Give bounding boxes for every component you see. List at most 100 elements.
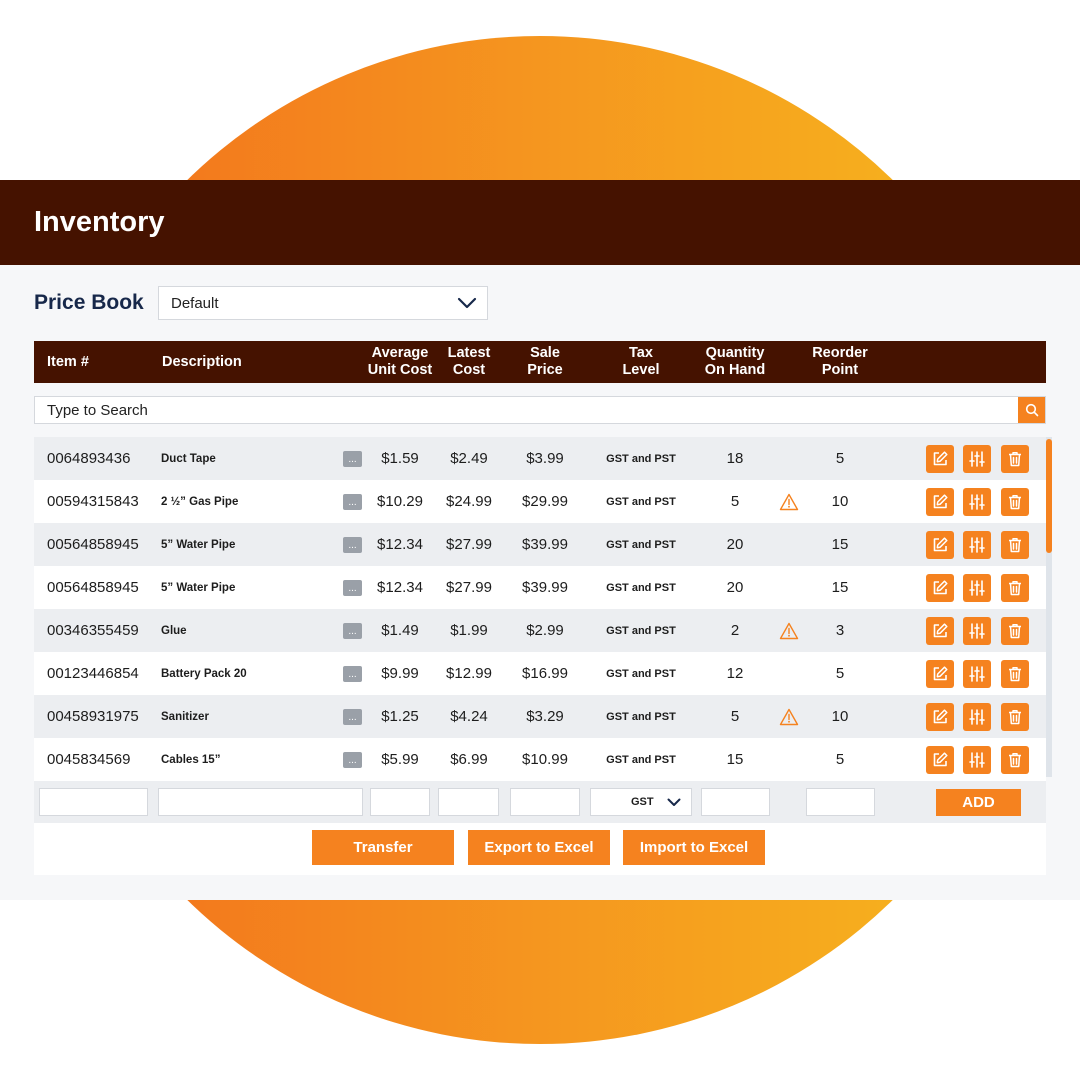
delete-button[interactable] [1001,487,1029,516]
more-options-button[interactable]: ... [343,708,362,725]
average-unit-cost: $1.49 [381,622,419,639]
sliders-icon [969,493,985,510]
new-latest-cost-input[interactable] [438,788,499,816]
import-to-excel-button[interactable]: Import to Excel [623,830,765,865]
adjust-button[interactable] [963,444,991,473]
tax-level: GST and PST [606,624,676,637]
adjust-button[interactable] [963,530,991,559]
sliders-icon [969,622,985,639]
new-quantity-input[interactable] [701,788,770,816]
sliders-icon [969,665,985,682]
edit-button[interactable] [926,659,954,688]
transfer-button[interactable]: Transfer [312,830,454,865]
delete-button[interactable] [1001,702,1029,731]
table-scrollbar[interactable] [1046,437,1052,777]
new-average-cost-input[interactable] [370,788,430,816]
new-tax-level-select[interactable]: GST [590,788,692,816]
sale-price: $10.99 [522,751,568,768]
col-reorder-point[interactable]: Reorder Point [800,341,880,383]
latest-cost: $24.99 [446,493,492,510]
table-row[interactable]: 00123446854 Battery Pack 20... $9.99 $12.99… [34,652,1046,695]
table-row[interactable]: 00346355459 Glue... $1.49 $1.99 $2.99 GST and… [34,609,1046,652]
edit-icon [933,450,948,465]
new-item-number-input[interactable] [39,788,148,816]
item-number: 00564858945 [47,536,139,553]
trash-icon [1009,666,1021,681]
delete-button[interactable] [1001,616,1029,645]
table-row[interactable]: 0045834569 Cables 15”... $5.99 $6.99 $10.99 G… [34,738,1046,781]
col-description[interactable]: Description [162,341,242,383]
more-options-button[interactable]: ... [343,579,362,596]
edit-button[interactable] [926,573,954,602]
search-icon [1025,403,1038,417]
adjust-button[interactable] [963,487,991,516]
col-sale-price[interactable]: Sale Price [510,341,580,383]
latest-cost: $1.99 [450,622,488,639]
tax-level: GST and PST [606,452,676,465]
price-book-select[interactable]: Default [158,286,488,320]
delete-button[interactable] [1001,659,1029,688]
edit-button[interactable] [926,487,954,516]
item-number: 0064893436 [47,450,131,467]
col-latest-cost[interactable]: Latest Cost [439,341,499,383]
delete-button[interactable] [1001,444,1029,473]
table-row[interactable]: 00594315843 2 ½” Gas Pipe... $10.29 $24.99 $… [34,480,1046,523]
tax-level: GST and PST [606,667,676,680]
more-options-button[interactable]: ... [343,622,362,639]
col-quantity-on-hand[interactable]: Quantity On Hand [694,341,776,383]
sliders-icon [969,579,985,596]
reorder-point: 10 [831,493,849,510]
table-body: 0064893436 Duct Tape... $1.59 $2.49 $3.99 GST… [34,437,1052,781]
sale-price: $39.99 [522,579,568,596]
edit-button[interactable] [926,444,954,473]
scrollbar-thumb[interactable] [1046,439,1052,553]
add-button[interactable]: ADD [936,789,1021,816]
table-row[interactable]: 00564858945 5” Water Pipe... $12.34 $27.99 $… [34,523,1046,566]
adjust-button[interactable] [963,573,991,602]
tax-level: GST and PST [606,538,676,551]
new-sale-price-input[interactable] [510,788,580,816]
latest-cost: $27.99 [446,579,492,596]
new-reorder-point-input[interactable] [806,788,875,816]
search-button[interactable] [1018,397,1045,423]
edit-icon [933,579,948,594]
item-number: 0045834569 [47,751,131,768]
adjust-button[interactable] [963,702,991,731]
more-options-button[interactable]: ... [343,536,362,553]
tax-level: GST and PST [606,495,676,508]
edit-button[interactable] [926,745,954,774]
trash-icon [1009,537,1021,552]
latest-cost: $12.99 [446,665,492,682]
add-item-row: GST ADD [34,781,1046,823]
table-row[interactable]: 00564858945 5” Water Pipe... $12.34 $27.99 $… [34,566,1046,609]
delete-button[interactable] [1001,745,1029,774]
latest-cost: $6.99 [450,751,488,768]
delete-button[interactable] [1001,530,1029,559]
col-item[interactable]: Item # [47,341,89,383]
adjust-button[interactable] [963,659,991,688]
table-row[interactable]: 00458931975 Sanitizer... $1.25 $4.24 $3.29 GS… [34,695,1046,738]
new-description-input[interactable] [158,788,363,816]
reorder-point: 10 [831,708,849,725]
edit-button[interactable] [926,616,954,645]
adjust-button[interactable] [963,745,991,774]
more-options-button[interactable]: ... [343,665,362,682]
table-row[interactable]: 0064893436 Duct Tape... $1.59 $2.49 $3.99 GST… [34,437,1046,480]
col-tax-level[interactable]: Tax Level [601,341,681,383]
delete-button[interactable] [1001,573,1029,602]
edit-button[interactable] [926,702,954,731]
adjust-button[interactable] [963,616,991,645]
more-options-button[interactable]: ... [343,493,362,510]
tax-level: GST and PST [606,581,676,594]
search-input[interactable] [35,397,1018,423]
edit-icon [933,665,948,680]
export-to-excel-button[interactable]: Export to Excel [468,830,610,865]
item-description: Glue [161,624,187,637]
footer-actions: Transfer Export to Excel Import to Excel [34,823,1046,875]
edit-button[interactable] [926,530,954,559]
more-options-button[interactable]: ... [343,450,362,467]
col-average-unit-cost[interactable]: Average Unit Cost [364,341,436,383]
more-options-button[interactable]: ... [343,751,362,768]
item-description: 2 ½” Gas Pipe [161,495,239,508]
average-unit-cost: $10.29 [377,493,423,510]
